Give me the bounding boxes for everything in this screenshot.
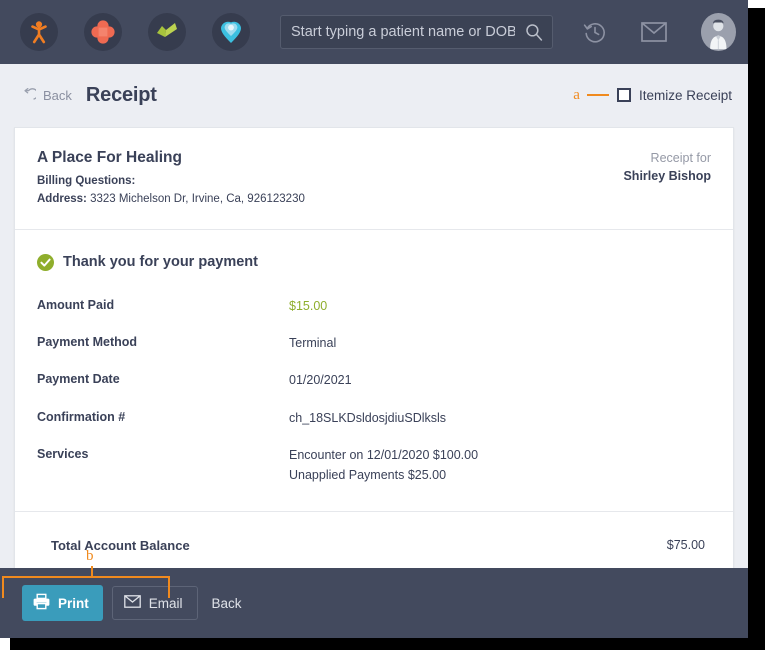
total-balance-value: $75.00 [666,538,705,553]
practice-name: A Place For Healing [37,149,182,166]
detail-row: Confirmation # ch_18SLKDsldosjdiuSDlksls [37,409,711,428]
detail-row: Payment Date 01/20/2021 [37,371,711,390]
address-label: Address: [37,192,87,205]
detail-label: Payment Method [37,335,138,349]
detail-value-line: Unapplied Payments $25.00 [289,467,447,482]
annotation-b-bracket [2,576,170,598]
success-check-icon [37,253,54,271]
thank-you-row: Thank you for your payment [37,253,711,271]
history-clock-icon[interactable] [583,20,607,44]
back-arrow-icon [22,88,36,102]
detail-value: Encounter on 12/01/2020 $100.00 Unapplied… [289,446,478,485]
detail-label: Payment Date [37,372,120,387]
receipt-for-label: Receipt for [650,151,711,165]
detail-value-line: Terminal [289,336,337,350]
search-icon[interactable] [525,23,543,41]
detail-row: Amount Paid $15.00 [37,297,711,316]
detail-label: Services [37,447,89,462]
header-right-group: a Itemize Receipt [573,87,732,104]
detail-value: 01/20/2021 [289,371,352,390]
patient-search-box[interactable] [280,15,554,49]
detail-row: Services Encounter on 12/01/2020 $100.00 U… [37,446,711,485]
detail-value: ch_18SLKDsldosjdiuSDlksls [289,409,446,428]
heart-pin-icon[interactable] [212,13,250,51]
annotation-b-label: b [86,548,94,564]
detail-value-line: 01/20/2021 [289,373,352,388]
user-avatar[interactable] [701,13,736,51]
itemize-receipt-checkbox[interactable] [616,88,631,102]
address-value: 3323 Michelson Dr, Irvine, Ca, 926123230 [90,192,305,205]
detail-value-line: ch_18SLKDsldosjdiuSDlksls [289,410,447,425]
itemize-receipt-label: Itemize Receipt [638,87,732,103]
back-button-top[interactable]: Back [22,88,72,103]
detail-label: Amount Paid [37,297,115,312]
billing-questions-label: Billing Questions: [37,175,136,187]
application-window: Back Receipt a Itemize Receipt A Place F… [0,0,748,638]
top-navigation-bar [0,0,748,64]
receipt-details-section: Thank you for your payment Amount Paid $1… [15,230,733,512]
page-header: Back Receipt a Itemize Receipt [0,64,748,126]
receipt-for-patient-name: Shirley Bishop [623,169,711,183]
detail-label: Confirmation # [37,409,126,424]
receipt-detail-rows: Amount Paid $15.00 Payment Method Terminal P… [37,297,711,485]
back-button-label: Back [43,87,72,103]
green-check-tasks-icon[interactable] [148,13,186,51]
window-shadow-bottom [10,638,765,650]
total-balance-label: Total Account Balance [51,537,190,553]
annotation-a-leader-line [586,94,609,96]
address-line: Address: 3323 Michelson Dr, Irvine, Ca, … [37,191,305,209]
thank-you-text: Thank you for your payment [63,254,258,271]
detail-value: Terminal [289,334,336,353]
receipt-for-block: Receipt for Shirley Bishop [623,149,711,209]
receipt-card: A Place For Healing Billing Questions: A… [14,127,734,580]
billing-questions-line: Billing Questions: [37,173,305,191]
search-input[interactable] [281,16,526,48]
detail-value-line: $15.00 [289,298,328,313]
page-title: Receipt [85,83,157,106]
annotation-a-label: a [573,86,580,103]
practice-info: A Place For Healing Billing Questions: A… [37,149,305,209]
receipt-card-header: A Place For Healing Billing Questions: A… [15,128,733,230]
kareo-logo-icon[interactable] [20,13,58,51]
envelope-icon[interactable] [641,22,668,42]
detail-value: $15.00 [289,297,327,316]
window-shadow-right [748,8,765,650]
detail-value-line: Encounter on 12/01/2020 $100.00 [289,448,479,463]
detail-row: Payment Method Terminal [37,334,711,353]
medical-cross-icon[interactable] [84,13,122,51]
back-button-bottom[interactable]: Back [212,596,242,611]
